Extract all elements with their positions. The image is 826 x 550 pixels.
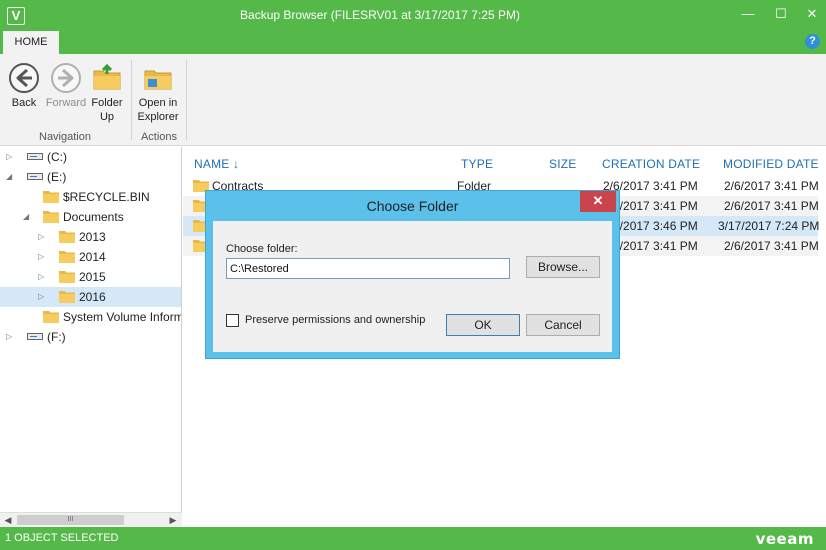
- back-arrow-icon: [9, 63, 39, 93]
- column-header-creation-date[interactable]: CREATION DATE: [602, 157, 700, 171]
- ribbon: Back Forward Folder Up Open in Explorer …: [0, 54, 826, 146]
- tree-item-system-volume-information[interactable]: System Volume Inform: [0, 307, 182, 327]
- preserve-permissions-checkbox[interactable]: [226, 314, 239, 327]
- tree-item-c-drive[interactable]: ▷ (C:): [0, 147, 181, 167]
- expand-icon[interactable]: ▷: [38, 287, 48, 307]
- drive-icon: [27, 153, 43, 160]
- folder-tree: ▷ (C:) ◢ (E:) $RECYCLE.BIN ◢ Documents ▷…: [0, 147, 182, 512]
- ribbon-tab-row: HOME ?: [0, 31, 826, 54]
- open-in-explorer-label-line1: Open in: [138, 97, 178, 109]
- back-label: Back: [11, 97, 37, 109]
- folder-icon: [43, 211, 59, 223]
- tree-item-e-drive[interactable]: ◢ (E:): [0, 167, 181, 187]
- tree-item-label: 2016: [79, 290, 106, 304]
- file-modified-date: 3/17/2017 7:24 PM: [718, 219, 820, 233]
- tree-item-label: 2015: [79, 270, 106, 284]
- choose-folder-label: Choose folder:: [226, 243, 298, 255]
- folder-up-button[interactable]: Folder Up: [89, 62, 125, 124]
- expand-icon[interactable]: ▷: [38, 247, 48, 267]
- minimize-button[interactable]: —: [733, 4, 763, 24]
- folder-icon: [43, 311, 59, 323]
- ribbon-separator: [186, 60, 187, 140]
- dialog-close-button[interactable]: ✕: [580, 191, 616, 212]
- tree-item-label: (E:): [47, 170, 67, 184]
- help-icon[interactable]: ?: [805, 34, 820, 49]
- dialog-title: Choose Folder: [366, 198, 459, 214]
- file-modified-date: 2/6/2017 3:41 PM: [724, 199, 819, 213]
- folder-up-icon: [93, 63, 121, 90]
- preserve-permissions-label: Preserve permissions and ownership: [245, 314, 426, 326]
- column-header-name[interactable]: NAME ↓: [194, 157, 239, 171]
- column-header-type[interactable]: TYPE: [461, 157, 493, 171]
- file-modified-date: 2/6/2017 3:41 PM: [724, 239, 819, 253]
- column-header-label: NAME: [194, 157, 230, 171]
- tree-item-label: Documents: [63, 210, 124, 224]
- tree-item-label: 2013: [79, 230, 106, 244]
- tree-item-2013[interactable]: ▷ 2013: [0, 227, 181, 247]
- group-label-actions: Actions: [140, 131, 178, 143]
- folder-up-label-line2: Up: [99, 111, 115, 123]
- tree-item-label: 2014: [79, 250, 106, 264]
- expand-icon[interactable]: ▷: [38, 227, 48, 247]
- open-in-explorer-button[interactable]: Open in Explorer: [136, 62, 180, 124]
- ok-button[interactable]: OK: [446, 314, 520, 336]
- status-text: 1 OBJECT SELECTED: [5, 532, 119, 544]
- forward-label: Forward: [45, 97, 87, 109]
- tree-item-2014[interactable]: ▷ 2014: [0, 247, 181, 267]
- folder-path-input[interactable]: [226, 258, 510, 279]
- tree-item-label: $RECYCLE.BIN: [63, 190, 150, 204]
- expand-icon[interactable]: ▷: [38, 267, 48, 287]
- folder-icon: [59, 291, 75, 303]
- scroll-left-icon[interactable]: ◀: [0, 513, 16, 527]
- cancel-button[interactable]: Cancel: [526, 314, 600, 336]
- folder-icon: [59, 231, 75, 243]
- tab-home[interactable]: HOME: [3, 31, 59, 54]
- window-title: Backup Browser (FILESRV01 at 3/17/2017 7…: [240, 8, 520, 22]
- expand-icon[interactable]: ▷: [6, 147, 16, 167]
- drive-icon: [27, 333, 43, 340]
- ribbon-separator: [131, 60, 132, 140]
- browse-button[interactable]: Browse...: [526, 256, 600, 278]
- close-button[interactable]: ✕: [797, 4, 826, 24]
- status-bar: 1 OBJECT SELECTED veeam: [0, 527, 826, 550]
- scrollbar-thumb[interactable]: III: [17, 515, 124, 525]
- choose-folder-dialog: Choose Folder ✕ Choose folder: Browse...…: [205, 190, 620, 359]
- tree-item-2016[interactable]: ▷ 2016: [0, 287, 181, 307]
- dialog-body: Choose folder: Browse... Preserve permis…: [213, 221, 612, 352]
- folder-up-label-line1: Folder: [91, 97, 123, 109]
- open-in-explorer-label-line2: Explorer: [137, 111, 179, 123]
- forward-button[interactable]: Forward: [44, 62, 88, 110]
- group-label-navigation: Navigation: [39, 131, 91, 143]
- maximize-button[interactable]: ☐: [766, 4, 796, 24]
- tree-item-2015[interactable]: ▷ 2015: [0, 267, 181, 287]
- file-modified-date: 2/6/2017 3:41 PM: [724, 179, 819, 193]
- tree-horizontal-scrollbar[interactable]: ◀ III ▶: [0, 512, 182, 527]
- tree-item-recycle-bin[interactable]: $RECYCLE.BIN: [0, 187, 181, 207]
- title-bar: V Backup Browser (FILESRV01 at 3/17/2017…: [0, 0, 826, 31]
- back-button[interactable]: Back: [6, 62, 42, 110]
- tree-item-label: System Volume Inform: [63, 310, 182, 324]
- column-header-modified-date[interactable]: MODIFIED DATE: [723, 157, 819, 171]
- tree-item-label: (C:): [47, 150, 67, 164]
- sort-descending-icon: ↓: [233, 157, 240, 171]
- expand-icon[interactable]: ▷: [6, 327, 16, 347]
- open-folder-icon: [144, 70, 172, 90]
- collapse-icon[interactable]: ◢: [23, 207, 33, 227]
- folder-icon: [43, 191, 59, 203]
- forward-arrow-icon: [51, 63, 81, 93]
- drive-icon: [27, 173, 43, 180]
- veeam-logo: veeam: [755, 530, 814, 548]
- tree-item-label: (F:): [47, 330, 66, 344]
- folder-icon: [59, 251, 75, 263]
- tree-item-documents[interactable]: ◢ Documents: [0, 207, 181, 227]
- tree-item-f-drive[interactable]: ▷ (F:): [0, 327, 181, 347]
- collapse-icon[interactable]: ◢: [6, 167, 16, 187]
- column-header-size[interactable]: SIZE: [549, 157, 576, 171]
- scroll-right-icon[interactable]: ▶: [165, 513, 181, 527]
- folder-icon: [59, 271, 75, 283]
